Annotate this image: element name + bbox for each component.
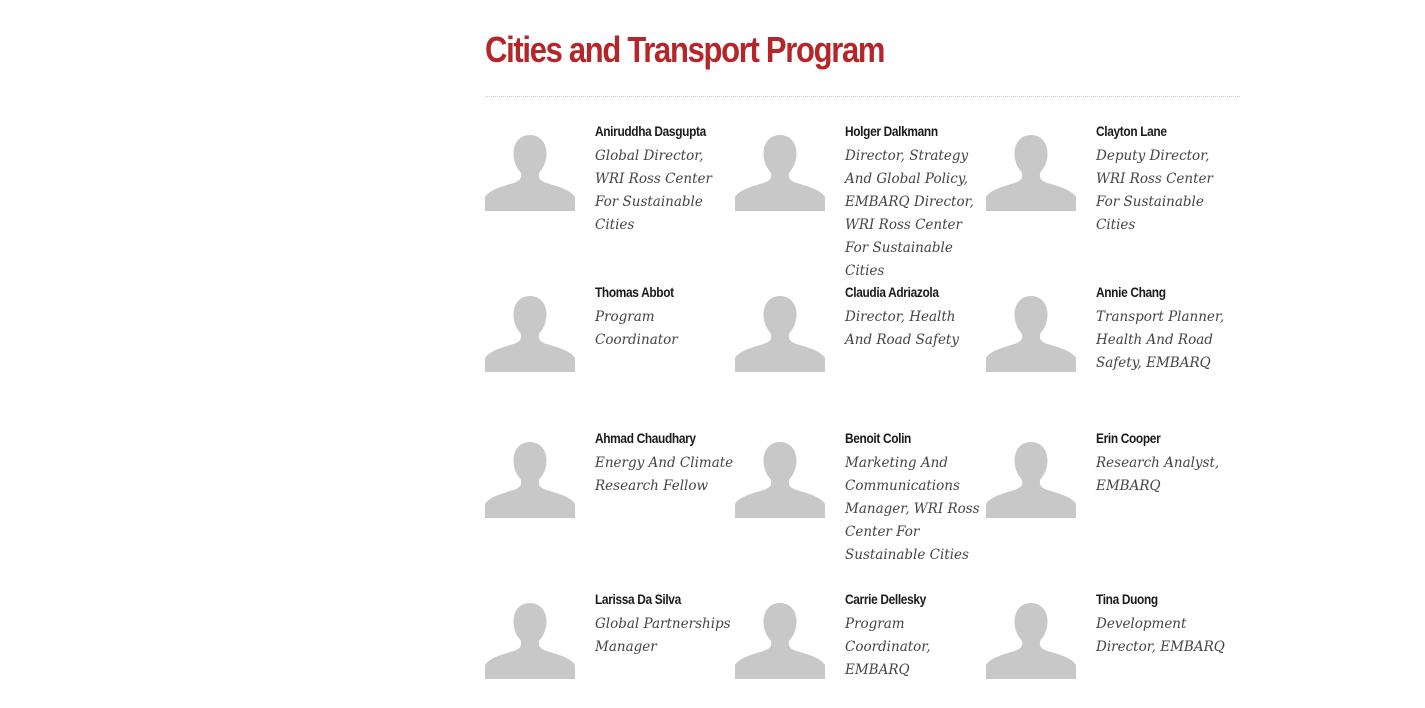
- staff-info: Aniruddha Dasgupta Global Director, WRI R…: [595, 122, 735, 237]
- staff-info: Ahmad Chaudhary Energy And Climate Resear…: [595, 429, 735, 498]
- avatar-placeholder-icon[interactable]: [485, 599, 575, 679]
- avatar-placeholder-icon[interactable]: [485, 131, 575, 211]
- staff-name-link[interactable]: Aniruddha Dasgupta: [595, 122, 714, 140]
- staff-role: Global Partnerships Manager: [595, 616, 731, 655]
- avatar-placeholder-icon[interactable]: [986, 131, 1076, 211]
- avatar-placeholder-icon[interactable]: [735, 292, 825, 372]
- avatar-placeholder-icon[interactable]: [485, 438, 575, 518]
- staff-role: Research Analyst, EMBARQ: [1096, 455, 1220, 494]
- staff-info: Carrie Dellesky Program Coordinator, EMBA…: [845, 590, 985, 682]
- staff-role: Director, Health And Road Safety: [845, 309, 959, 348]
- staff-role: Director, Strategy And Global Policy, EM…: [845, 148, 974, 279]
- avatar-placeholder-icon[interactable]: [735, 599, 825, 679]
- avatar-placeholder-icon[interactable]: [735, 131, 825, 211]
- staff-name-link[interactable]: Ahmad Chaudhary: [595, 429, 714, 447]
- staff-name-link[interactable]: Holger Dalkmann: [845, 122, 964, 140]
- staff-role: Transport Planner, Health And Road Safet…: [1096, 309, 1225, 371]
- staff-role: Deputy Director, WRI Ross Center For Sus…: [1096, 148, 1213, 233]
- staff-name-link[interactable]: Benoit Colin: [845, 429, 964, 447]
- staff-name-link[interactable]: Clayton Lane: [1096, 122, 1215, 140]
- staff-info: Claudia Adriazola Director, Health And Ro…: [845, 283, 985, 352]
- staff-info: Clayton Lane Deputy Director, WRI Ross Ce…: [1096, 122, 1236, 237]
- staff-name-link[interactable]: Thomas Abbot: [595, 283, 714, 301]
- staff-info: Thomas Abbot Program Coordinator: [595, 283, 735, 352]
- title-divider: [485, 96, 1240, 97]
- staff-role: Development Director, EMBARQ: [1096, 616, 1225, 655]
- staff-role: Program Coordinator, EMBARQ: [845, 616, 931, 678]
- staff-info: Tina Duong Development Director, EMBARQ: [1096, 590, 1236, 659]
- avatar-placeholder-icon[interactable]: [485, 292, 575, 372]
- staff-info: Larissa Da Silva Global Partnerships Mana…: [595, 590, 735, 659]
- avatar-placeholder-icon[interactable]: [735, 438, 825, 518]
- staff-role: Program Coordinator: [595, 309, 678, 348]
- staff-info: Holger Dalkmann Director, Strategy And Gl…: [845, 122, 985, 283]
- staff-role: Marketing And Communications Manager, WR…: [845, 455, 980, 563]
- staff-role: Global Director, WRI Ross Center For Sus…: [595, 148, 712, 233]
- staff-name-link[interactable]: Tina Duong: [1096, 590, 1215, 608]
- avatar-placeholder-icon[interactable]: [986, 292, 1076, 372]
- avatar-placeholder-icon[interactable]: [986, 599, 1076, 679]
- staff-info: Erin Cooper Research Analyst, EMBARQ: [1096, 429, 1236, 498]
- staff-section: Cities and Transport Program: [485, 28, 1240, 97]
- avatar-placeholder-icon[interactable]: [986, 438, 1076, 518]
- staff-name-link[interactable]: Annie Chang: [1096, 283, 1215, 301]
- staff-info: Benoit Colin Marketing And Communications…: [845, 429, 985, 567]
- staff-name-link[interactable]: Carrie Dellesky: [845, 590, 964, 608]
- section-title: Cities and Transport Program: [485, 29, 885, 70]
- staff-name-link[interactable]: Larissa Da Silva: [595, 590, 714, 608]
- staff-name-link[interactable]: Erin Cooper: [1096, 429, 1215, 447]
- staff-info: Annie Chang Transport Planner, Health And…: [1096, 283, 1236, 375]
- staff-role: Energy And Climate Research Fellow: [595, 455, 734, 494]
- staff-name-link[interactable]: Claudia Adriazola: [845, 283, 964, 301]
